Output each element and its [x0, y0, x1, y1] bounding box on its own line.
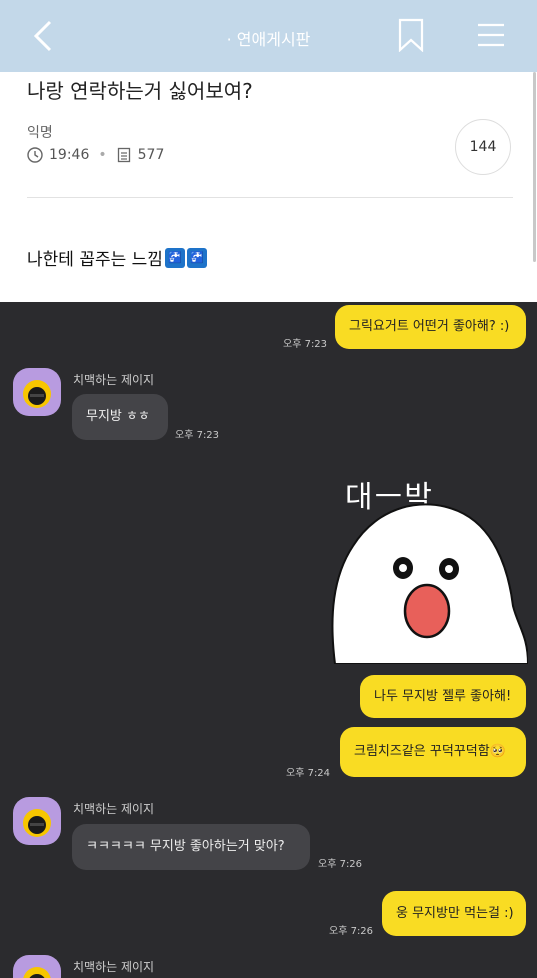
post-title: 나랑 연락하는거 싫어보여?: [27, 79, 253, 103]
top-bar: · 연애게시판: [0, 0, 537, 72]
my-message-bubble: 그릭요거트 어떤거 좋아해? :): [335, 305, 526, 349]
post-time: 19:46: [49, 147, 90, 163]
post-views: 577: [137, 147, 165, 163]
emoji-icon: 🚰: [164, 247, 185, 268]
comment-count-button[interactable]: 144: [455, 119, 511, 175]
scrollbar[interactable]: [533, 72, 536, 262]
message-text: 그릭요거트 어떤거 좋아해? :): [349, 319, 510, 335]
their-message-bubble: ㅋㅋㅋㅋㅋ 무지방 좋아하는거 맞아?: [72, 824, 310, 870]
document-icon: [117, 147, 130, 163]
avatar: [13, 955, 61, 978]
emoji-icon: 🚰: [186, 247, 207, 268]
avatar: [13, 368, 61, 416]
my-message-bubble: 나두 무지방 젤루 좋아해!: [360, 675, 526, 718]
their-message-bubble: 무지방 ㅎㅎ: [72, 394, 168, 440]
message-text: ㅋㅋㅋㅋㅋ 무지방 좋아하는거 맞아?: [86, 839, 285, 855]
my-message-bubble: 크림치즈같은 꾸덕꾸덕함🥺: [340, 727, 526, 777]
comment-count: 144: [469, 139, 497, 155]
jay-g-character-icon: [23, 380, 51, 408]
message-text: 나두 무지방 젤루 좋아해!: [374, 688, 512, 704]
message-time: 오후 7:23: [175, 430, 220, 441]
message-time: 오후 7:24: [286, 768, 331, 779]
sender-name: 치맥하는 제이지: [73, 373, 155, 387]
message-text: 크림치즈같은 꾸덕꾸덕함🥺: [354, 744, 506, 760]
board-title: · 연애게시판: [226, 30, 311, 49]
my-message-bubble: 웅 무지방만 먹는걸 :): [382, 891, 526, 936]
bookmark-icon[interactable]: [397, 18, 425, 52]
message-time: 오후 7:23: [283, 339, 328, 350]
ghost-sticker: [331, 503, 528, 664]
message-time: 오후 7:26: [318, 859, 363, 870]
post-author: 익명: [27, 125, 53, 141]
meta-separator: •: [98, 147, 107, 163]
sender-name: 치맥하는 제이지: [73, 960, 155, 974]
divider: [27, 197, 513, 198]
avatar: [13, 797, 61, 845]
sender-name: 치맥하는 제이지: [73, 802, 155, 816]
message-time: 오후 7:26: [329, 926, 374, 937]
post-body: 나한테 꼽주는 느낌 🚰 🚰: [27, 245, 207, 270]
jay-g-character-icon: [23, 809, 51, 837]
jay-g-character-icon: [23, 967, 51, 978]
chat-screenshot: 그릭요거트 어떤거 좋아해? :) 오후 7:23 치맥하는 제이지 무지방 ㅎ…: [0, 302, 537, 978]
post-body-text: 나한테 꼽주는 느낌: [27, 250, 163, 270]
post-meta: 19:46 • 577: [27, 147, 164, 163]
clock-icon: [27, 147, 43, 163]
message-text: 웅 무지방만 먹는걸 :): [396, 905, 514, 921]
menu-icon[interactable]: [476, 22, 506, 48]
message-text: 무지방 ㅎㅎ: [86, 409, 150, 425]
